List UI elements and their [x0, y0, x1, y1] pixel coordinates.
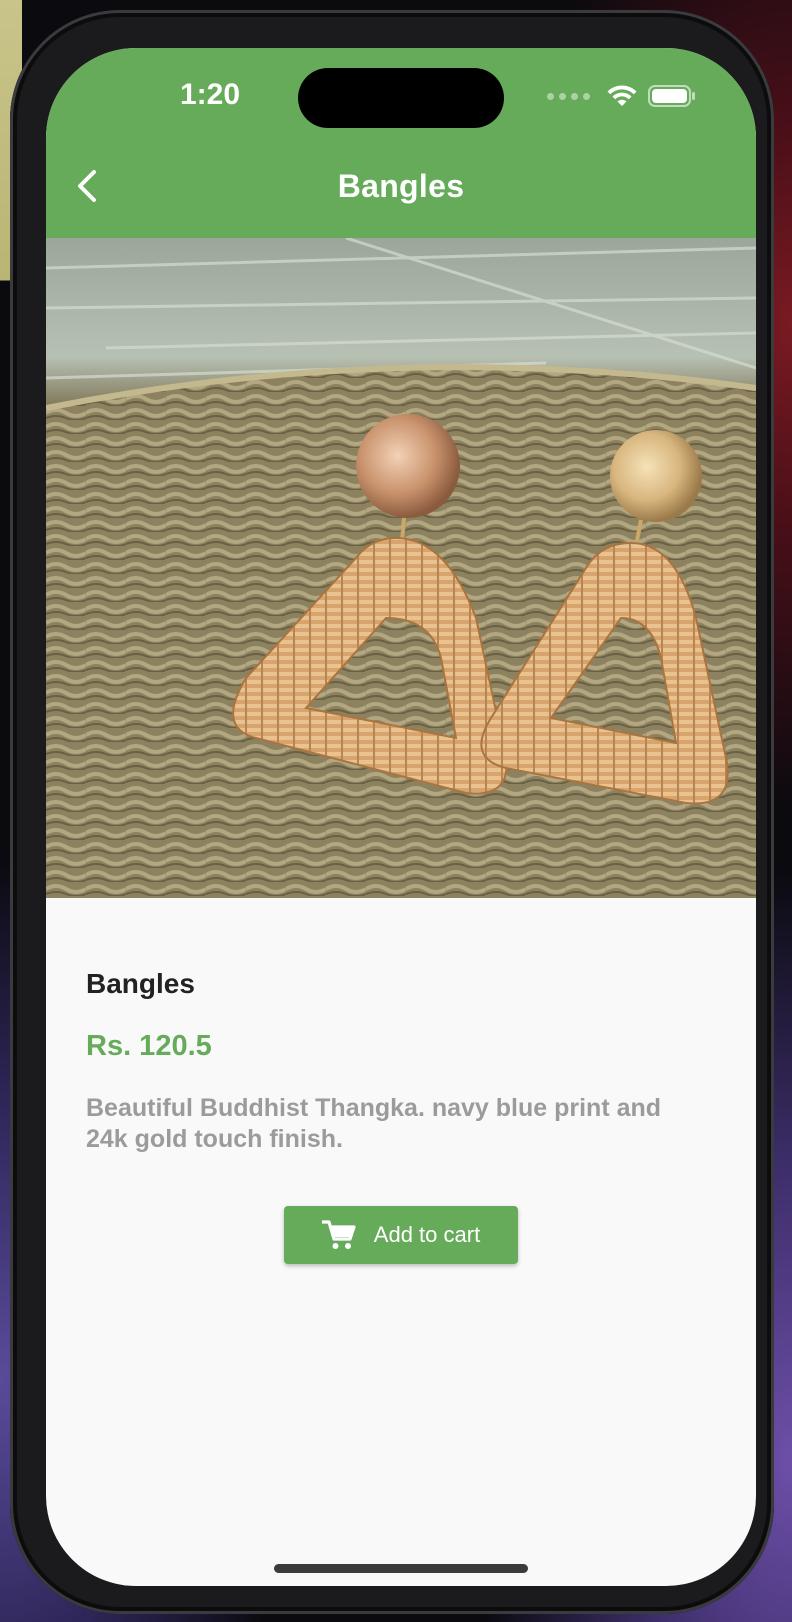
product-description: Beautiful Buddhist Thangka. navy blue pr… [86, 1094, 662, 1153]
shopping-cart-icon [321, 1220, 356, 1249]
app-bar: 1:20 Bangles [46, 48, 756, 238]
dynamic-island [298, 68, 504, 128]
product-image [46, 238, 756, 898]
page-title: Bangles [337, 168, 465, 204]
app-screen: 1:20 Bangles Bangles Rs. 120.5 Beautiful… [46, 48, 756, 1586]
status-time: 1:20 [179, 78, 241, 111]
home-indicator[interactable] [274, 1564, 528, 1573]
battery-icon [648, 85, 695, 107]
add-to-cart-button[interactable]: Add to cart [284, 1206, 518, 1264]
signal-dots-icon [547, 92, 590, 100]
status-icons [547, 82, 696, 110]
chevron-left-icon [78, 170, 96, 202]
add-to-cart-label: Add to cart [373, 1222, 481, 1247]
product-price: Rs. 120.5 [86, 1030, 212, 1062]
earrings-photo [46, 238, 756, 898]
back-button[interactable] [66, 164, 110, 208]
wifi-icon [607, 85, 637, 106]
phone-frame: 1:20 Bangles Bangles Rs. 120.5 Beautiful… [10, 10, 774, 1614]
product-name: Bangles [86, 968, 195, 999]
